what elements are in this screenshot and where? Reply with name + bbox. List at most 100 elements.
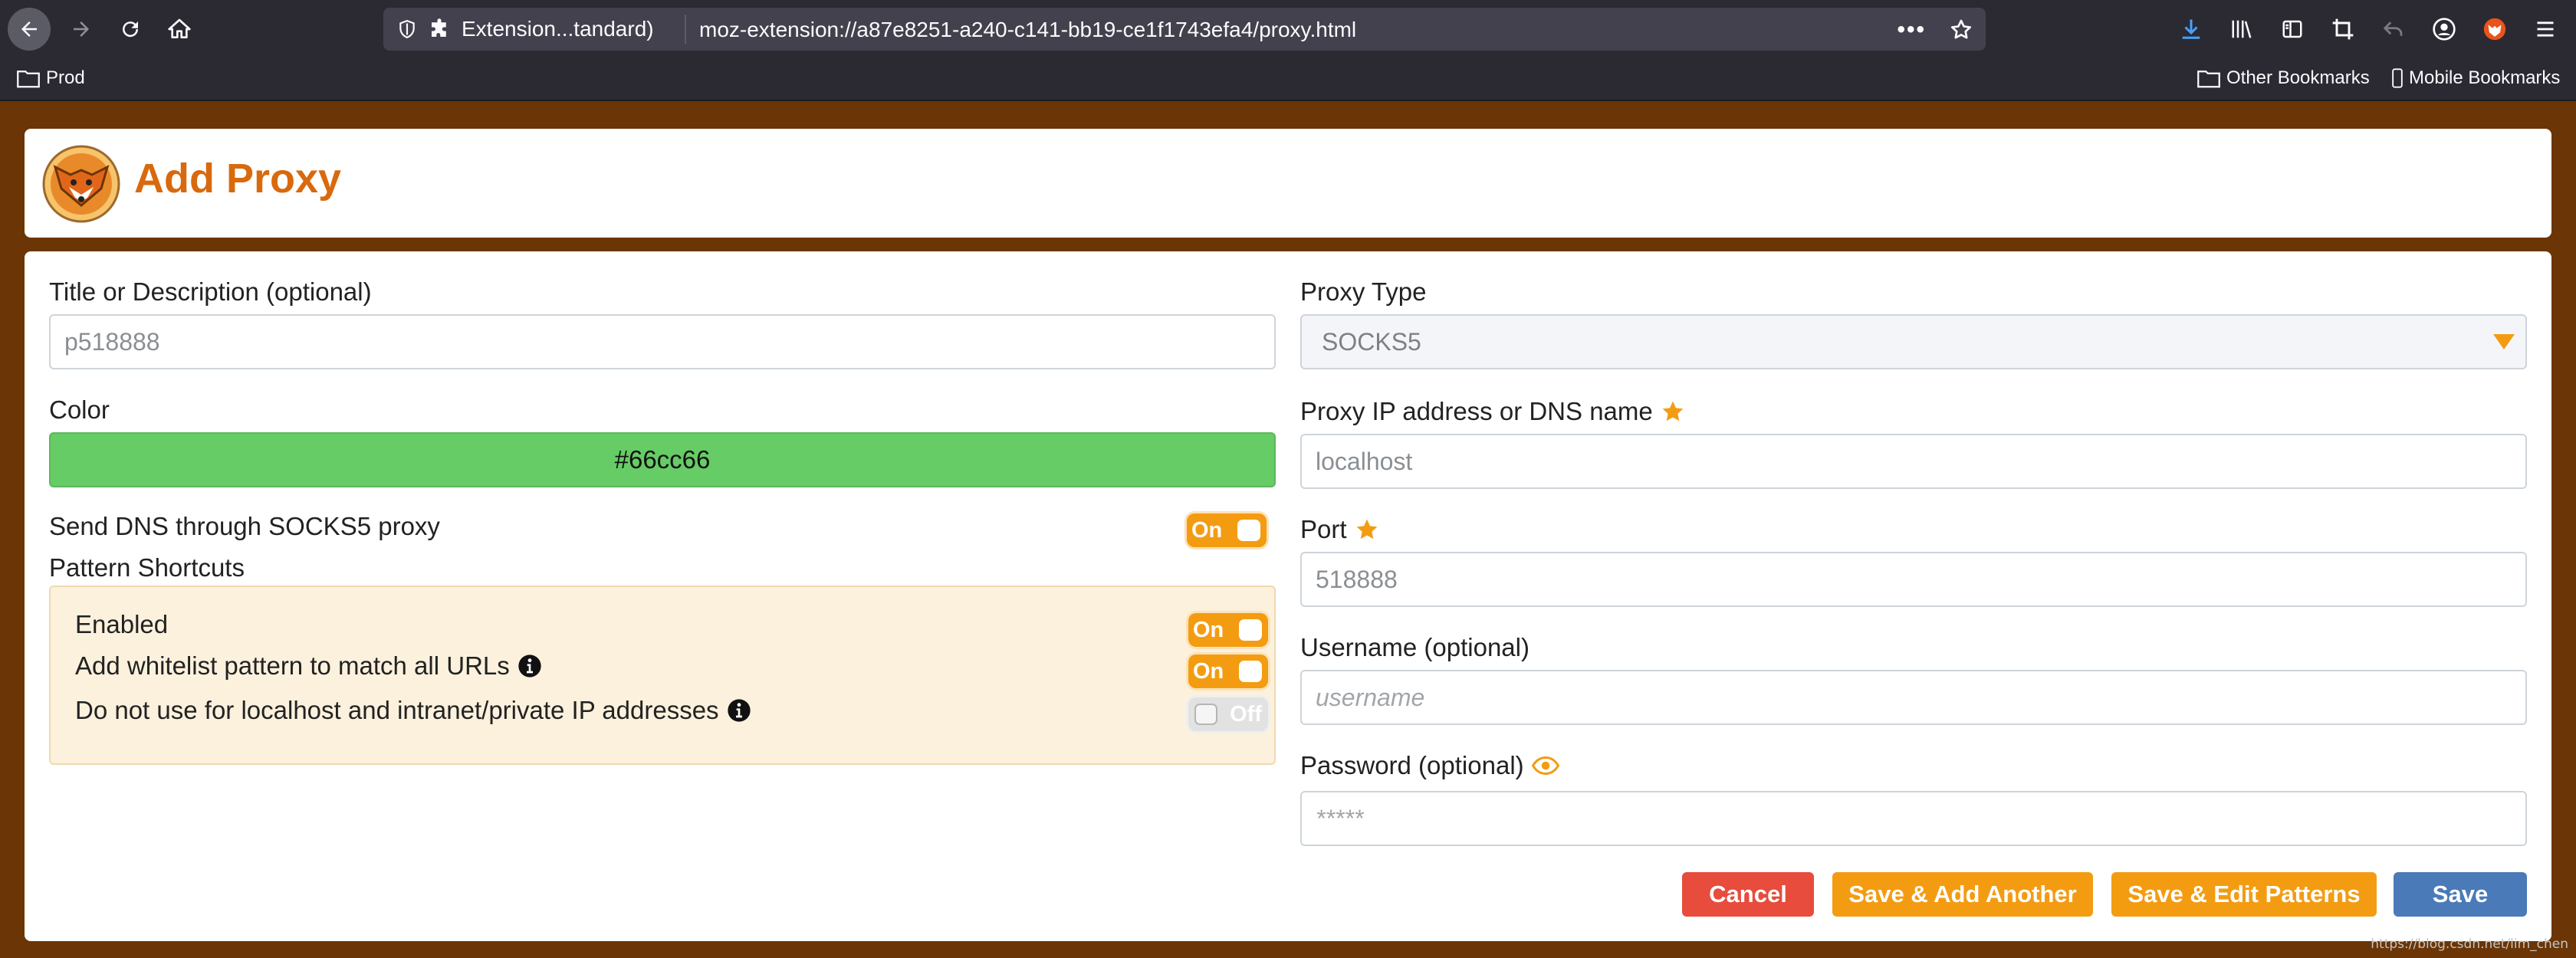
crop-icon xyxy=(2332,18,2354,40)
pattern-localhost-label: Do not use for localhost and intranet/pr… xyxy=(75,696,751,725)
pattern-localhost-text: Do not use for localhost and intranet/pr… xyxy=(75,696,719,724)
library-icon xyxy=(2232,20,2252,38)
toggle-text: On xyxy=(1193,658,1224,684)
toggle-text: On xyxy=(1193,617,1224,642)
pattern-shortcuts-label: Pattern Shortcuts xyxy=(49,553,245,582)
home-button[interactable] xyxy=(158,8,201,51)
page-title: Add Proxy xyxy=(134,156,342,202)
ip-label-text: Proxy IP address or DNS name xyxy=(1300,397,1653,425)
hamburger-menu-icon xyxy=(2537,21,2554,37)
required-star-icon xyxy=(1662,401,1684,422)
pattern-enabled-label: Enabled xyxy=(75,610,168,639)
url-separator xyxy=(685,15,686,44)
toggle-text: Off xyxy=(1230,701,1262,727)
bookmark-folder-prod[interactable]: Prod xyxy=(17,67,85,89)
eye-icon[interactable] xyxy=(1531,754,1559,777)
proxy-type-label: Proxy Type xyxy=(1300,277,1427,306)
extension-identity-label: Extension...tandard) xyxy=(462,17,654,41)
save-add-another-button[interactable]: Save & Add Another xyxy=(1832,872,2093,917)
bookmark-label: Mobile Bookmarks xyxy=(2409,67,2561,88)
toggle-knob xyxy=(1239,661,1262,682)
dns-label: Send DNS through SOCKS5 proxy xyxy=(49,512,440,540)
screenshot-button[interactable] xyxy=(2328,11,2358,48)
reload-button[interactable] xyxy=(109,8,152,51)
pattern-shortcuts-box: Enabled On Add whitelist pattern to matc… xyxy=(49,586,1276,765)
mobile-phone-icon xyxy=(2392,68,2403,88)
url-bar[interactable]: Extension...tandard) moz-extension://a87… xyxy=(383,8,1986,51)
bookmark-folder-other[interactable]: Other Bookmarks xyxy=(2197,67,2370,89)
color-value: #66cc66 xyxy=(614,445,711,474)
sidebar-button[interactable] xyxy=(2277,11,2308,48)
forward-arrow-icon xyxy=(74,21,89,37)
toggle-knob xyxy=(1237,520,1260,541)
account-icon xyxy=(2433,18,2456,41)
required-star-icon xyxy=(1356,519,1377,540)
dns-toggle[interactable]: On xyxy=(1187,513,1267,547)
password-input[interactable]: ***** xyxy=(1300,791,2527,846)
bookmark-folder-mobile[interactable]: Mobile Bookmarks xyxy=(2392,67,2560,89)
save-edit-patterns-button[interactable]: Save & Edit Patterns xyxy=(2111,872,2377,917)
shield-icon xyxy=(399,20,415,38)
username-input-placeholder: username xyxy=(1316,683,1425,711)
bookmarks-toolbar: Prod Other Bookmarks Mobile Bookmarks xyxy=(0,58,2576,101)
browser-toolbar: Extension...tandard) moz-extension://a87… xyxy=(0,0,2576,58)
password-label-text: Password (optional) xyxy=(1300,751,1524,779)
back-arrow-icon xyxy=(21,21,37,37)
username-input[interactable]: username xyxy=(1300,670,2527,725)
color-label: Color xyxy=(49,395,110,424)
cancel-button[interactable]: Cancel xyxy=(1682,872,1814,917)
dns-toggle-text: On xyxy=(1191,517,1223,543)
undo-button[interactable] xyxy=(2378,11,2409,48)
reload-icon xyxy=(123,21,139,38)
pattern-whitelist-toggle[interactable]: On xyxy=(1188,655,1268,688)
star-bookmark-icon[interactable] xyxy=(1949,18,1973,42)
proxy-form: Title or Description (optional) p518888 … xyxy=(25,251,2551,941)
bookmark-label: Prod xyxy=(46,67,85,88)
folder-icon xyxy=(17,71,40,88)
password-label: Password (optional) xyxy=(1300,751,1559,780)
toggle-knob xyxy=(1194,704,1217,725)
sidebar-icon xyxy=(2282,20,2302,38)
url-text[interactable]: moz-extension://a87e8251-a240-c141-bb19-… xyxy=(699,18,1356,42)
pattern-enabled-text: Enabled xyxy=(75,610,169,638)
download-icon xyxy=(2182,19,2200,39)
url-identity-box[interactable]: Extension...tandard) xyxy=(397,17,654,41)
password-input-placeholder: ***** xyxy=(1316,804,1364,832)
port-input[interactable]: 518888 xyxy=(1300,552,2527,607)
port-input-placeholder: 518888 xyxy=(1316,565,1398,593)
ip-input[interactable]: localhost xyxy=(1300,434,2527,489)
title-input-placeholder: p518888 xyxy=(64,327,160,356)
back-button[interactable] xyxy=(8,8,51,51)
foxyproxy-extension-button[interactable] xyxy=(2479,11,2510,48)
proxy-type-select[interactable]: SOCKS5 xyxy=(1300,314,2527,369)
fox-icon xyxy=(2483,18,2506,41)
info-icon[interactable] xyxy=(727,698,751,723)
home-icon xyxy=(168,18,191,38)
library-button[interactable] xyxy=(2226,11,2257,48)
undo-icon xyxy=(2383,21,2403,36)
foxyproxy-logo xyxy=(42,145,120,223)
color-picker-input[interactable]: #66cc66 xyxy=(49,432,1276,487)
pattern-enabled-toggle[interactable]: On xyxy=(1188,613,1268,647)
save-button[interactable]: Save xyxy=(2394,872,2527,917)
ip-input-placeholder: localhost xyxy=(1316,447,1413,475)
port-label: Port xyxy=(1300,515,1379,544)
pattern-whitelist-label: Add whitelist pattern to match all URLs xyxy=(75,651,542,681)
info-icon[interactable] xyxy=(518,654,542,678)
username-label: Username (optional) xyxy=(1300,633,1530,661)
watermark: https://blog.csdn.net/lim_chen xyxy=(2371,937,2568,952)
account-button[interactable] xyxy=(2429,11,2459,48)
pattern-localhost-toggle[interactable]: Off xyxy=(1188,697,1268,731)
forward-button[interactable] xyxy=(60,8,103,51)
pattern-whitelist-text: Add whitelist pattern to match all URLs xyxy=(75,651,510,680)
title-input[interactable]: p518888 xyxy=(49,314,1276,369)
bookmark-label: Other Bookmarks xyxy=(2226,67,2370,88)
title-label: Title or Description (optional) xyxy=(49,277,372,306)
dropdown-arrow-icon xyxy=(2493,334,2515,349)
puzzle-icon xyxy=(432,18,446,37)
page-header: Add Proxy xyxy=(25,129,2551,238)
menu-button[interactable] xyxy=(2530,11,2561,48)
downloads-button[interactable] xyxy=(2176,11,2206,48)
page-actions-icon[interactable]: ••• xyxy=(1897,17,1926,43)
toggle-knob xyxy=(1239,619,1262,641)
